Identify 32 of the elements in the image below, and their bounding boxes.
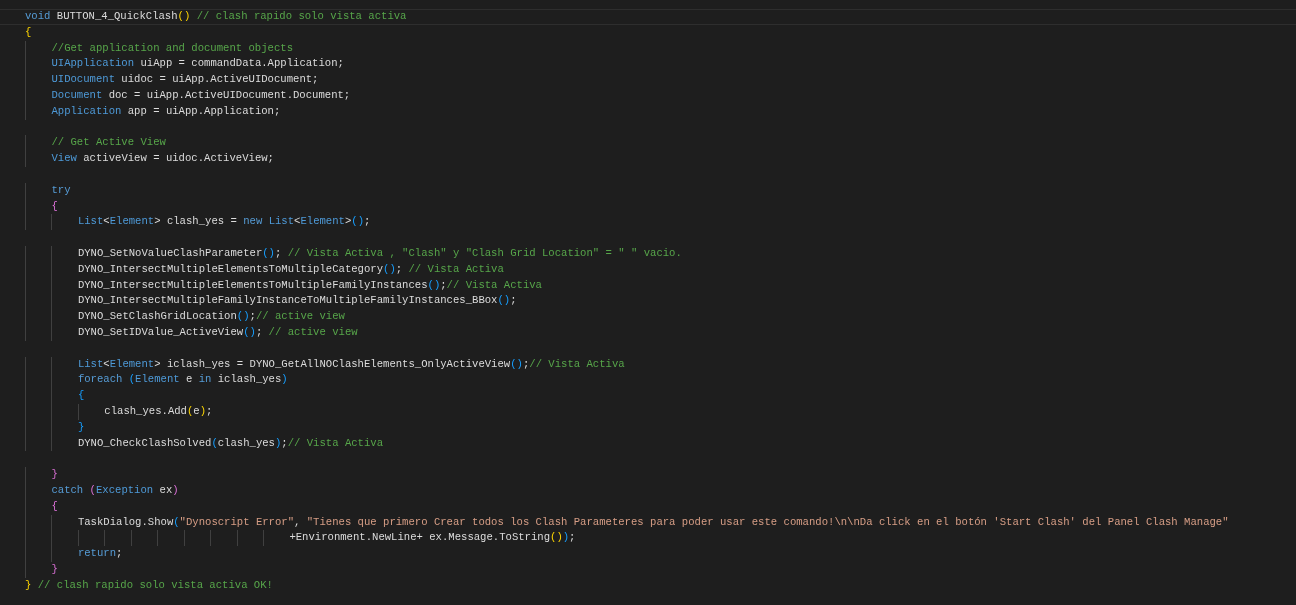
code-line: List<Element> iclash_yes = DYNO_GetAllNOClashElements_OnlyActiveView();// Vista Activa [25, 356, 625, 373]
code-line: try [25, 182, 71, 199]
code-line: +Environment.NewLine+ ex.Message.ToString()); [25, 530, 576, 547]
code-line: foreach (Element e in iclash_yes) [25, 372, 288, 389]
code-line: return; [25, 546, 123, 562]
code-line: List<Element> clash_yes = new List<Element>(); [25, 214, 371, 231]
code-line: TaskDialog.Show("Dynoscript Error", "Tienes que primero Crear todos los Clash Parameteres para poder usar este comando!\n\nDa click en el botón 'Start Clash' del Panel Clash Manage" [25, 514, 1229, 531]
code-line: clash_yes.Add(e); [25, 403, 213, 420]
code-line: { [25, 388, 85, 404]
code-line: } // clash rapido solo vista activa OK! [25, 577, 273, 593]
code-line: { [25, 24, 32, 40]
code-line: //Get application and document objects [25, 40, 293, 57]
code-line: catch (Exception ex) [25, 482, 179, 499]
code-line: { [25, 198, 58, 215]
code-line: DYNO_SetIDValue_ActiveView(); // active view [25, 324, 358, 341]
code-line: { [25, 498, 58, 515]
code-line: DYNO_IntersectMultipleElementsToMultipleFamilyInstances();// Vista Activa [25, 277, 542, 294]
code-line: DYNO_IntersectMultipleElementsToMultipleCategory(); // Vista Activa [25, 261, 504, 278]
code-line: DYNO_IntersectMultipleFamilyInstanceToMultipleFamilyInstances_BBox(); [25, 293, 517, 310]
code-line: DYNO_CheckClashSolved(clash_yes);// Vista Activa [25, 435, 384, 452]
code-line: DYNO_SetClashGridLocation();// active view [25, 309, 345, 325]
code-line: DYNO_SetNoValueClashParameter(); // Vista Activa , "Clash" y "Clash Grid Location" = " " vacio. [25, 245, 682, 262]
code-line: } [25, 561, 58, 578]
code-line: UIApplication uiApp = commandData.Application; [25, 56, 344, 73]
code-line: } [25, 419, 85, 436]
code-line: View activeView = uidoc.ActiveView; [25, 151, 274, 167]
code-line: void BUTTON_4_QuickClash() // clash rapido solo vista activa [25, 9, 407, 24]
code-line: Document doc = uiApp.ActiveUIDocument.Document; [25, 88, 351, 104]
code-line: Application app = uiApp.Application; [25, 103, 281, 120]
code-line: } [25, 467, 58, 483]
code-line: // Get Active View [25, 135, 166, 152]
code-line: UIDocument uidoc = uiApp.ActiveUIDocument; [25, 72, 319, 88]
